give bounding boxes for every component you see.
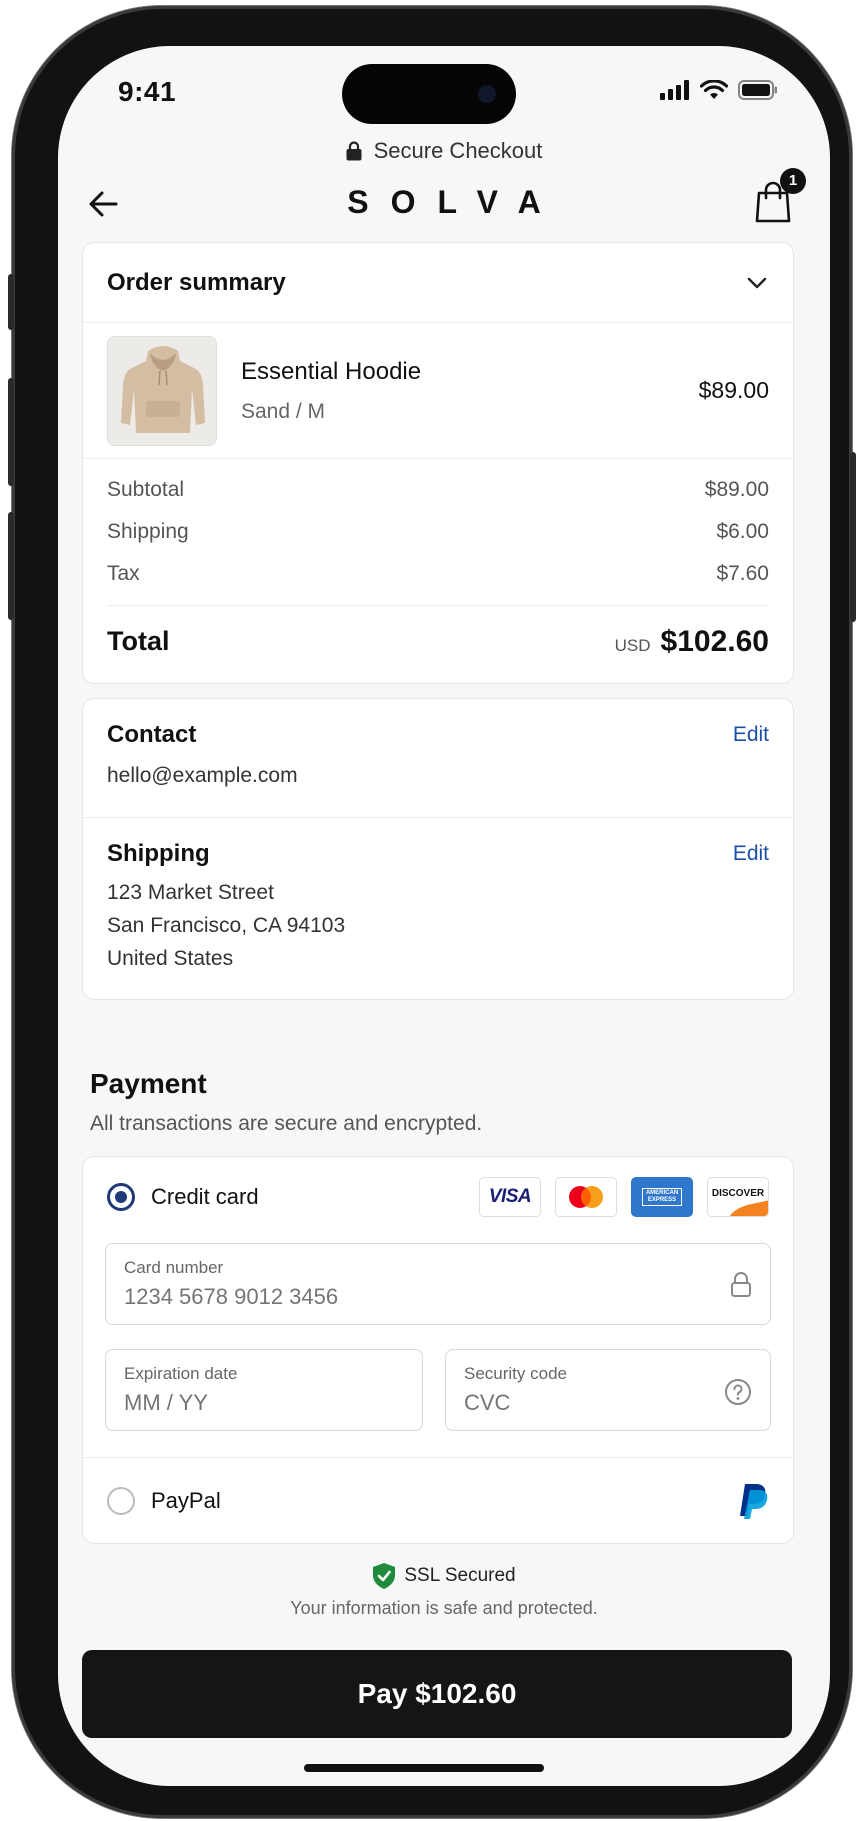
lock-icon — [731, 1272, 751, 1297]
order-summary-toggle[interactable]: Order summary — [83, 243, 793, 323]
contact-section: Contact Edit hello@example.com — [83, 699, 793, 817]
brand-logo[interactable]: SOLVA — [58, 184, 830, 221]
expiration-input[interactable] — [124, 1390, 346, 1416]
visa-text: VISA — [488, 1186, 532, 1207]
chevron-down-icon — [747, 277, 767, 288]
security-code-input[interactable] — [464, 1390, 691, 1416]
dynamic-island — [342, 64, 516, 124]
expiration-label: Expiration date — [124, 1364, 238, 1383]
visa-icon: VISA — [479, 1177, 541, 1217]
payment-subtitle: All transactions are secure and encrypte… — [90, 1112, 483, 1135]
discover-text: DISCOVER — [711, 1187, 765, 1199]
phone-frame: 9:41 Secure Checkout SOLVA 1 Order summa… — [8, 6, 856, 1818]
mastercard-icon — [555, 1177, 617, 1217]
amex-text: AMERICAN EXPRESS — [642, 1188, 682, 1206]
security-code-label: Security code — [464, 1364, 567, 1383]
action-button — [8, 274, 14, 330]
discover-icon: DISCOVER — [707, 1177, 769, 1217]
shipping-title: Shipping — [107, 840, 210, 867]
edit-shipping-link[interactable]: Edit — [733, 842, 769, 866]
card-number-input[interactable] — [124, 1284, 589, 1310]
help-icon[interactable] — [724, 1378, 752, 1406]
edit-contact-link[interactable]: Edit — [733, 723, 769, 747]
shipping-section: Shipping Edit 123 Market Street San Fran… — [83, 817, 793, 997]
item-price: $89.00 — [698, 377, 769, 403]
wifi-icon — [700, 80, 728, 99]
power-button — [850, 452, 856, 622]
payment-methods-card: Credit card VISA AMERICAN EXPRESS DISCOV… — [82, 1156, 794, 1544]
item-variant: Sand / M — [241, 399, 326, 423]
address-line: United States — [107, 947, 234, 970]
credit-card-radio[interactable] — [107, 1183, 135, 1211]
customer-info-card: Contact Edit hello@example.com Shipping … — [82, 698, 794, 1000]
secure-checkout-banner: Secure Checkout — [58, 138, 830, 164]
ssl-subtitle: Your information is safe and protected. — [290, 1598, 598, 1618]
payment-title: Payment — [90, 1068, 207, 1099]
security-code-field[interactable]: Security code — [445, 1349, 771, 1431]
order-summary-card: Order summary Essential Hoodie Sand / M … — [82, 242, 794, 684]
battery-icon — [738, 80, 777, 100]
hoodie-image — [108, 336, 216, 445]
cost-label: Shipping — [107, 520, 189, 543]
paypal-label: PayPal — [151, 1487, 221, 1513]
volume-up-button — [8, 378, 14, 486]
total-value: $102.60 — [660, 624, 769, 658]
card-brands: VISA AMERICAN EXPRESS DISCOVER — [479, 1177, 769, 1217]
cost-label: Subtotal — [107, 478, 185, 501]
cost-label: Tax — [107, 562, 140, 585]
cost-breakdown: Subtotal $89.00 Shipping $6.00 Tax $7.60 — [83, 459, 793, 595]
contact-title: Contact — [107, 721, 197, 748]
paypal-icon — [740, 1484, 768, 1519]
expiration-field[interactable]: Expiration date — [105, 1349, 423, 1431]
total-row: Total USD $102.60 — [107, 605, 769, 677]
ssl-title-row: SSL Secured — [58, 1562, 830, 1590]
paypal-radio[interactable] — [107, 1486, 135, 1515]
subtotal-row: Subtotal $89.00 — [107, 469, 769, 511]
lock-icon — [346, 141, 362, 161]
volume-down-button — [8, 512, 14, 620]
item-name: Essential Hoodie — [241, 357, 422, 385]
signal-icon — [660, 80, 689, 100]
shipping-cost-row: Shipping $6.00 — [107, 511, 769, 553]
cart-item: Essential Hoodie Sand / M $89.00 — [83, 323, 793, 459]
product-thumbnail — [107, 335, 217, 446]
address-line: 123 Market Street — [107, 881, 274, 904]
cost-value: $89.00 — [704, 478, 769, 501]
top-nav: SOLVA 1 — [58, 168, 830, 236]
tax-row: Tax $7.60 — [107, 553, 769, 595]
pay-button[interactable]: Pay $102.60 — [82, 1650, 792, 1738]
shield-check-icon — [373, 1563, 396, 1589]
cart-button[interactable]: 1 — [748, 168, 806, 226]
cost-value: $6.00 — [716, 520, 769, 543]
total-label: Total — [107, 626, 170, 656]
credit-card-label: Credit card — [151, 1184, 259, 1209]
total-amount: USD $102.60 — [615, 625, 769, 659]
secure-checkout-label: Secure Checkout — [373, 138, 543, 163]
credit-card-option[interactable]: Credit card VISA AMERICAN EXPRESS DISCOV… — [83, 1157, 793, 1237]
ssl-notice: SSL Secured Your information is safe and… — [58, 1562, 830, 1619]
order-summary-title: Order summary — [107, 268, 286, 296]
card-number-field[interactable]: Card number — [105, 1243, 771, 1325]
screen: 9:41 Secure Checkout SOLVA 1 Order summa… — [58, 46, 830, 1786]
amex-icon: AMERICAN EXPRESS — [631, 1177, 693, 1217]
ssl-title: SSL Secured — [404, 1565, 516, 1586]
currency-code: USD — [614, 635, 651, 655]
address-line: San Francisco, CA 94103 — [107, 914, 346, 937]
shipping-address: 123 Market Street San Francisco, CA 9410… — [107, 876, 769, 975]
paypal-option[interactable]: PayPal — [83, 1457, 793, 1543]
status-time: 9:41 — [118, 76, 177, 107]
status-icons — [660, 80, 778, 100]
card-number-label: Card number — [124, 1258, 224, 1277]
cost-value: $7.60 — [716, 562, 769, 585]
home-indicator — [304, 1764, 544, 1772]
item-info: Essential Hoodie Sand / M — [241, 358, 699, 424]
contact-email: hello@example.com — [107, 764, 298, 787]
cart-count-badge: 1 — [780, 168, 806, 194]
